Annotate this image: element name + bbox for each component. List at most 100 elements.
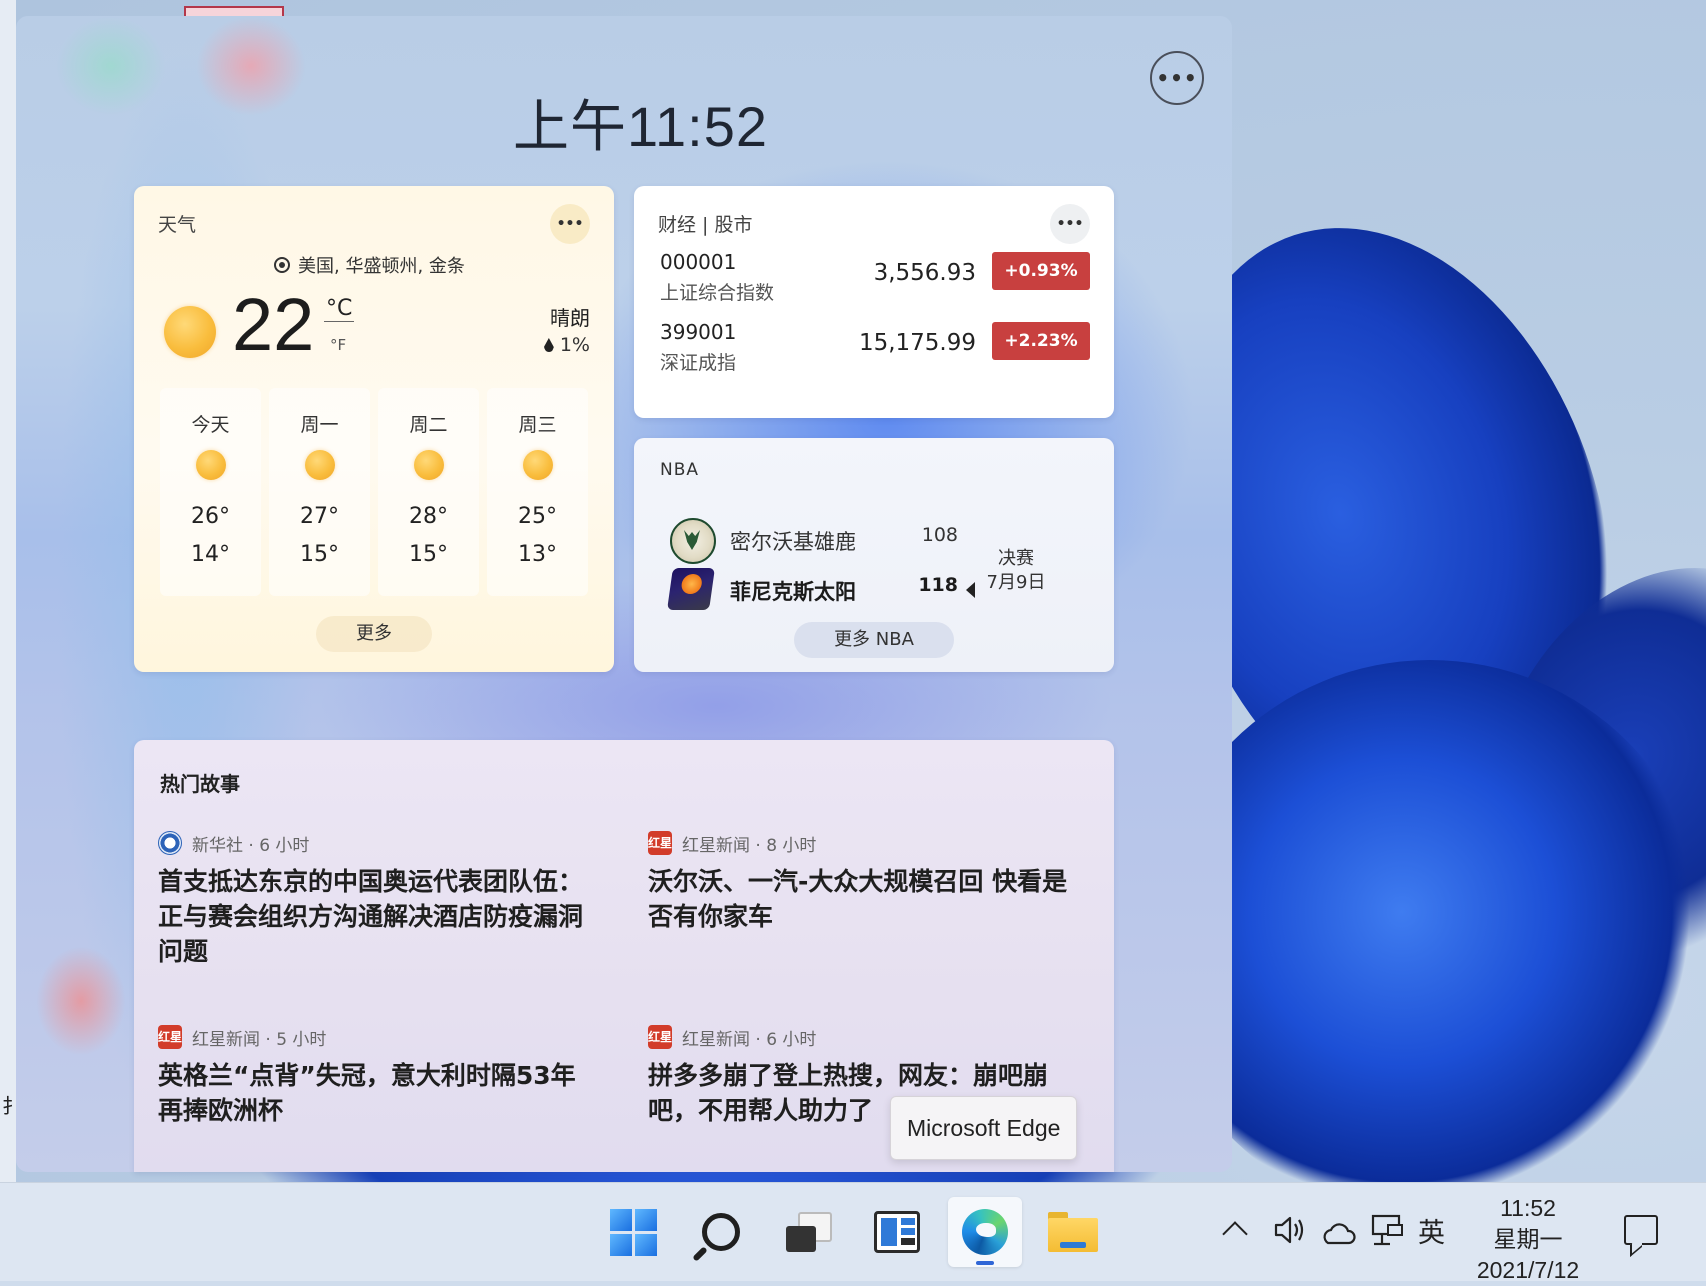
story-source-row: 红星 红星新闻 · 6 小时: [648, 1024, 1088, 1050]
story-source-row: 红星 红星新闻 · 5 小时: [158, 1024, 598, 1050]
current-temperature: 22: [232, 283, 315, 366]
stock-row[interactable]: 000001 上证综合指数 3,556.93 +0.93%: [660, 250, 1090, 306]
forecast-day-name: 周二: [409, 414, 448, 436]
sun-icon: [414, 450, 444, 480]
nba-more-link[interactable]: 更多 NBA: [794, 622, 954, 658]
sun-icon: [164, 306, 216, 358]
stock-code: 399001: [660, 320, 737, 344]
forecast-low: 15°: [300, 542, 339, 567]
weather-more-link[interactable]: 更多: [316, 616, 432, 652]
finance-card-title: 财经 | 股市: [658, 214, 753, 236]
edge-button[interactable]: [948, 1197, 1022, 1267]
task-view-icon: [786, 1212, 832, 1252]
raindrop-icon: [543, 338, 554, 352]
widgets-button[interactable]: [860, 1197, 934, 1267]
story-headline[interactable]: 沃尔沃、一汽-大众大规模召回 快看是否有你家车: [648, 864, 1088, 934]
stock-name: 深证成指: [660, 352, 737, 374]
start-icon: [609, 1208, 657, 1256]
stock-row[interactable]: 399001 深证成指 15,175.99 +2.23%: [660, 320, 1090, 376]
notification-center-icon[interactable]: [1624, 1215, 1658, 1245]
file-explorer-icon: [1048, 1212, 1098, 1252]
forecast-day-name: 周三: [518, 414, 557, 436]
story-source-row: 新华社 · 6 小时: [158, 830, 598, 856]
weather-card-title: 天气: [158, 214, 197, 236]
file-explorer-button[interactable]: [1036, 1197, 1110, 1267]
story-headline[interactable]: 首支抵达东京的中国奥运代表团队伍：正与赛会组织方沟通解决酒店防疫漏洞问题: [158, 864, 598, 969]
more-icon: •••: [556, 216, 584, 232]
left-edge-strip: 扌: [0, 0, 22, 1182]
nba-card[interactable]: NBA 密尔沃基雄鹿 108 菲尼克斯太阳 118 决赛 7月9日 更多 NBA: [634, 438, 1114, 672]
hongxing-logo-icon: 红星: [158, 1025, 182, 1049]
input-method-indicator[interactable]: 英: [1418, 1211, 1445, 1250]
start-button[interactable]: [596, 1197, 670, 1267]
forecast-day[interactable]: 今天 26° 14°: [160, 388, 261, 596]
story-source: 红星新闻 · 5 小时: [192, 1029, 327, 1050]
more-icon: •••: [1156, 66, 1198, 90]
forecast-day[interactable]: 周一 27° 15°: [269, 388, 370, 596]
forecast-high: 26°: [191, 504, 230, 529]
forecast-day-name: 周一: [300, 414, 339, 436]
story-headline[interactable]: 英格兰“点背”失冠，意大利时隔53年再捧欧洲杯: [158, 1058, 598, 1128]
xinhua-logo-icon: [158, 831, 182, 855]
stock-price: 3,556.93: [873, 260, 976, 286]
top-stories-title: 热门故事: [160, 772, 240, 796]
sun-icon: [305, 450, 335, 480]
hongxing-logo-icon: 红星: [648, 831, 672, 855]
taskbar-time: 11:52: [1500, 1195, 1556, 1221]
news-story[interactable]: 红星 红星新闻 · 5 小时 英格兰“点背”失冠，意大利时隔53年再捧欧洲杯: [158, 1024, 598, 1128]
stock-name: 上证综合指数: [660, 282, 775, 304]
stock-change-badge: +0.93%: [992, 252, 1090, 290]
sun-icon: [196, 450, 226, 480]
taskbar: 英 11:52 星期一 2021/7/12: [0, 1182, 1706, 1283]
edge-icon: [962, 1209, 1008, 1255]
forecast-day[interactable]: 周三 25° 13°: [487, 388, 588, 596]
stock-price: 15,175.99: [858, 330, 976, 356]
weather-location[interactable]: 美国, 华盛顿州, 金条: [274, 252, 465, 278]
forecast-low: 14°: [191, 542, 230, 567]
search-icon: [702, 1213, 740, 1251]
volume-icon[interactable]: [1272, 1213, 1308, 1247]
wallpaper-bloom: [1150, 660, 1706, 1182]
nba-card-title: NBA: [660, 460, 700, 480]
forecast-low: 15°: [409, 542, 448, 567]
story-source: 红星新闻 · 8 小时: [682, 835, 817, 856]
location-label: 美国, 华盛顿州, 金条: [298, 256, 465, 277]
onedrive-cloud-icon[interactable]: [1320, 1221, 1356, 1245]
finance-card[interactable]: 财经 | 股市 ••• 000001 上证综合指数 3,556.93 +0.93…: [634, 186, 1114, 418]
team-score: 118: [918, 574, 958, 596]
edge-tooltip: Microsoft Edge: [890, 1096, 1078, 1160]
task-view-button[interactable]: [772, 1197, 846, 1267]
precipitation: 1%: [543, 334, 590, 356]
taskbar-weekday: 星期一: [1493, 1226, 1563, 1252]
news-story[interactable]: 新华社 · 6 小时 首支抵达东京的中国奥运代表团队伍：正与赛会组织方沟通解决酒…: [158, 830, 598, 969]
panel-more-button[interactable]: •••: [1150, 51, 1204, 105]
more-icon: •••: [1056, 216, 1084, 232]
sun-icon: [523, 450, 553, 480]
news-story[interactable]: 红星 红星新闻 · 8 小时 沃尔沃、一汽-大众大规模召回 快看是否有你家车: [648, 830, 1088, 934]
game-stage: 决赛: [998, 548, 1034, 569]
forecast-day[interactable]: 周二 28° 15°: [378, 388, 479, 596]
network-icon[interactable]: [1370, 1213, 1406, 1247]
weather-condition: 晴朗: [550, 306, 590, 330]
celsius-toggle[interactable]: °C: [324, 296, 355, 322]
forecast-day-name: 今天: [191, 414, 230, 436]
search-button[interactable]: [684, 1197, 758, 1267]
fahrenheit-toggle[interactable]: °F: [330, 336, 346, 354]
team-score: 108: [921, 524, 958, 546]
taskbar-date: 2021/7/12: [1476, 1257, 1580, 1283]
stock-change-badge: +2.23%: [992, 322, 1090, 360]
stock-code: 000001: [660, 250, 737, 274]
taskbar-clock[interactable]: 11:52 星期一 2021/7/12: [1460, 1193, 1596, 1286]
forecast-low: 13°: [518, 542, 557, 567]
forecast-high: 28°: [409, 504, 448, 529]
forecast-high: 25°: [518, 504, 557, 529]
show-hidden-icons-chevron-icon[interactable]: [1222, 1221, 1248, 1247]
game-date: 7月9日: [986, 572, 1046, 593]
story-source: 红星新闻 · 6 小时: [682, 1029, 817, 1050]
weather-more-button[interactable]: •••: [550, 204, 590, 244]
finance-more-button[interactable]: •••: [1050, 204, 1090, 244]
panel-clock: 上午11:52: [513, 95, 768, 158]
location-icon: [274, 257, 290, 273]
weather-card[interactable]: 天气 ••• 美国, 华盛顿州, 金条 22 °C °F 晴朗 1% 今天 26…: [134, 186, 614, 672]
widgets-icon: [874, 1211, 920, 1253]
